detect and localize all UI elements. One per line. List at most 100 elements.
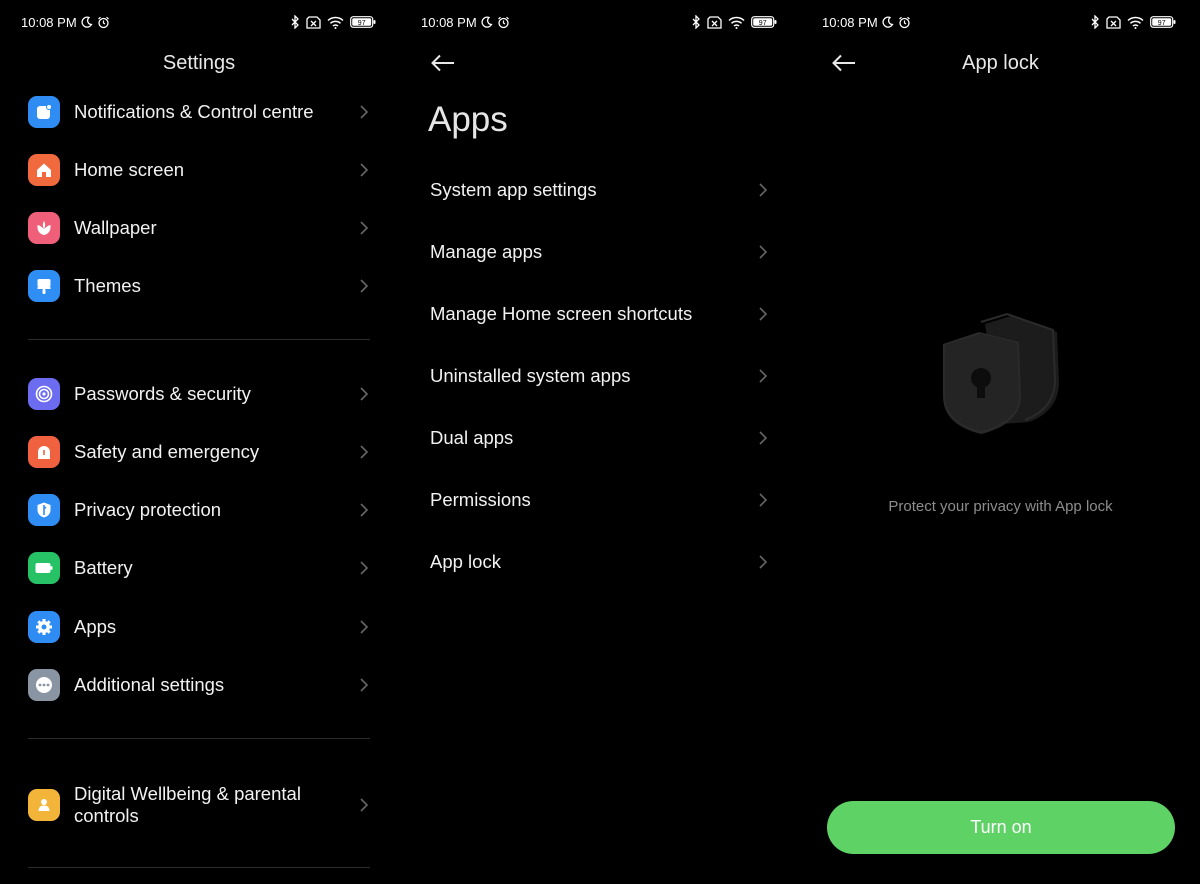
wifi-icon — [327, 16, 344, 29]
apps-item-system-app-settings[interactable]: System app settings — [430, 170, 772, 210]
settings-item-label: Notifications & Control centre — [74, 101, 314, 122]
apps-item-manage-home-screen-shortcuts[interactable]: Manage Home screen shortcuts — [430, 294, 772, 334]
svg-text:97: 97 — [1158, 20, 1166, 27]
settings-item-battery[interactable]: Battery — [28, 548, 373, 588]
chevron-right-icon — [360, 445, 369, 459]
bluetooth-icon — [692, 15, 700, 29]
app-lock-screen: 10:08 PM 97 App lock Protect your privac… — [801, 0, 1200, 884]
more-dots-icon — [28, 669, 60, 701]
page-title: App lock — [962, 52, 1039, 74]
settings-item-label: Home screen — [74, 159, 185, 180]
no-sim-icon — [306, 15, 321, 29]
chevron-right-icon — [360, 678, 369, 692]
turn-on-button[interactable]: Turn on — [827, 801, 1175, 854]
chevron-right-icon — [360, 561, 369, 575]
back-arrow-icon[interactable] — [430, 52, 456, 74]
bluetooth-icon — [291, 15, 299, 29]
emergency-icon — [28, 436, 60, 468]
section-divider — [28, 867, 370, 868]
section-divider — [28, 339, 370, 340]
battery-icon — [28, 552, 60, 584]
apps-item-label: Permissions — [430, 489, 531, 510]
wifi-icon — [1127, 16, 1144, 29]
chevron-right-icon — [360, 163, 369, 177]
battery-status-icon: 97 — [751, 16, 777, 28]
apps-screen: 10:08 PM 97 Apps System app settings Man… — [400, 0, 801, 884]
status-bar: 10:08 PM 97 — [421, 12, 777, 32]
settings-item-privacy-protection[interactable]: Privacy protection — [28, 490, 373, 530]
no-sim-icon — [1106, 15, 1121, 29]
apps-item-uninstalled-system-apps[interactable]: Uninstalled system apps — [430, 356, 772, 396]
settings-item-notifications[interactable]: Notifications & Control centre — [28, 92, 373, 132]
apps-item-label: Manage Home screen shortcuts — [430, 303, 693, 324]
page-title: Apps — [428, 100, 508, 139]
apps-item-permissions[interactable]: Permissions — [430, 480, 772, 520]
chevron-right-icon — [360, 105, 369, 119]
wallpaper-flower-icon — [28, 212, 60, 244]
settings-item-label: Privacy protection — [74, 499, 222, 520]
moon-icon — [481, 16, 493, 28]
alarm-icon — [497, 16, 509, 28]
status-bar: 10:08 PM 97 — [21, 12, 376, 32]
chevron-right-icon — [759, 431, 768, 445]
chevron-right-icon — [759, 369, 768, 383]
page-title: Settings — [162, 52, 236, 74]
no-sim-icon — [707, 15, 722, 29]
settings-item-label: Digital Wellbeing & parental controls — [74, 783, 301, 826]
settings-item-additional-settings[interactable]: Additional settings — [28, 665, 373, 705]
alarm-icon — [97, 16, 109, 28]
chevron-right-icon — [759, 183, 768, 197]
svg-text:97: 97 — [759, 20, 767, 27]
themes-brush-icon — [28, 270, 60, 302]
status-time: 10:08 PM — [21, 14, 77, 30]
notifications-icon — [28, 96, 60, 128]
status-time: 10:08 PM — [421, 14, 477, 30]
home-icon — [28, 154, 60, 186]
chevron-right-icon — [360, 221, 369, 235]
settings-item-safety-emergency[interactable]: Safety and emergency — [28, 432, 373, 472]
settings-item-wallpaper[interactable]: Wallpaper — [28, 208, 373, 248]
settings-item-themes[interactable]: Themes — [28, 266, 373, 306]
status-bar: 10:08 PM 97 — [822, 12, 1176, 32]
settings-item-apps[interactable]: Apps — [28, 607, 373, 647]
chevron-right-icon — [759, 245, 768, 259]
bluetooth-icon — [1091, 15, 1099, 29]
apps-item-manage-apps[interactable]: Manage apps — [430, 232, 772, 272]
apps-item-label: System app settings — [430, 179, 597, 200]
status-time: 10:08 PM — [822, 14, 878, 30]
apps-gear-icon — [28, 611, 60, 643]
apps-item-dual-apps[interactable]: Dual apps — [430, 418, 772, 458]
chevron-right-icon — [360, 387, 369, 401]
settings-item-passwords-security[interactable]: Passwords & security — [28, 374, 373, 414]
apps-item-label: Manage apps — [430, 241, 543, 262]
svg-text:97: 97 — [358, 20, 366, 27]
fingerprint-icon — [28, 378, 60, 410]
settings-screen: 10:08 PM 97 Settings Notifications & Con… — [0, 0, 400, 884]
settings-item-label: Additional settings — [74, 674, 225, 695]
chevron-right-icon — [360, 503, 369, 517]
chevron-right-icon — [759, 307, 768, 321]
chevron-right-icon — [360, 798, 369, 812]
section-divider — [28, 738, 370, 739]
moon-icon — [882, 16, 894, 28]
settings-item-digital-wellbeing[interactable]: Digital Wellbeing & parental controls — [28, 782, 373, 828]
chevron-right-icon — [759, 493, 768, 507]
settings-item-label: Battery — [74, 557, 133, 578]
settings-item-home-screen[interactable]: Home screen — [28, 150, 373, 190]
battery-status-icon: 97 — [1150, 16, 1176, 28]
settings-item-label: Apps — [74, 616, 117, 637]
apps-item-label: Uninstalled system apps — [430, 365, 631, 386]
wifi-icon — [728, 16, 745, 29]
settings-item-label: Passwords & security — [74, 383, 251, 404]
privacy-shield-icon — [28, 494, 60, 526]
chevron-right-icon — [759, 555, 768, 569]
apps-item-app-lock[interactable]: App lock — [430, 542, 772, 582]
apps-item-label: App lock — [430, 551, 501, 572]
app-lock-description: Protect your privacy with App lock — [888, 498, 1113, 515]
alarm-icon — [898, 16, 910, 28]
settings-item-label: Themes — [74, 275, 141, 296]
app-lock-shield-illustration-icon — [943, 312, 1059, 434]
chevron-right-icon — [360, 620, 369, 634]
moon-icon — [81, 16, 93, 28]
chevron-right-icon — [360, 279, 369, 293]
